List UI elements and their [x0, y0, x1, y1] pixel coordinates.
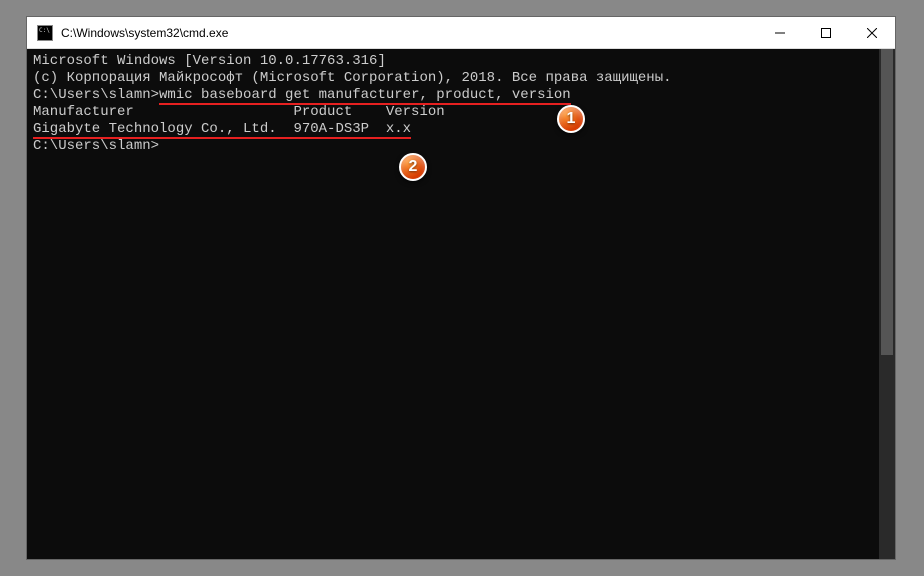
maximize-button[interactable]: [803, 17, 849, 48]
close-icon: [867, 28, 877, 38]
minimize-button[interactable]: [757, 17, 803, 48]
typed-command: wmic baseboard get manufacturer, product…: [159, 87, 571, 105]
columns-header: Manufacturer Product Version: [33, 104, 873, 121]
console-output[interactable]: Microsoft Windows [Version 10.0.17763.31…: [27, 49, 879, 559]
command-line: C:\Users\slamn>wmic baseboard get manufa…: [33, 87, 873, 104]
annotation-callout-2: 2: [399, 153, 427, 181]
window-title: C:\Windows\system32\cmd.exe: [61, 26, 757, 40]
version-line: Microsoft Windows [Version 10.0.17763.31…: [33, 53, 873, 70]
scrollbar[interactable]: [879, 49, 895, 559]
result-row: Gigabyte Technology Co., Ltd. 970A-DS3P …: [33, 121, 873, 138]
cmd-icon: [37, 25, 53, 41]
prompt-line: C:\Users\slamn>: [33, 138, 873, 155]
titlebar[interactable]: C:\Windows\system32\cmd.exe: [27, 17, 895, 49]
console-area: Microsoft Windows [Version 10.0.17763.31…: [27, 49, 895, 559]
close-button[interactable]: [849, 17, 895, 48]
copyright-line: (c) Корпорация Майкрософт (Microsoft Cor…: [33, 70, 873, 87]
prompt-path: C:\Users\slamn>: [33, 87, 159, 103]
scroll-thumb[interactable]: [881, 49, 893, 355]
minimize-icon: [775, 28, 785, 38]
annotation-callout-1: 1: [557, 105, 585, 133]
window-controls: [757, 17, 895, 48]
result-text: Gigabyte Technology Co., Ltd. 970A-DS3P …: [33, 121, 411, 139]
maximize-icon: [821, 28, 831, 38]
cmd-window: C:\Windows\system32\cmd.exe Microsoft Wi…: [26, 16, 896, 560]
